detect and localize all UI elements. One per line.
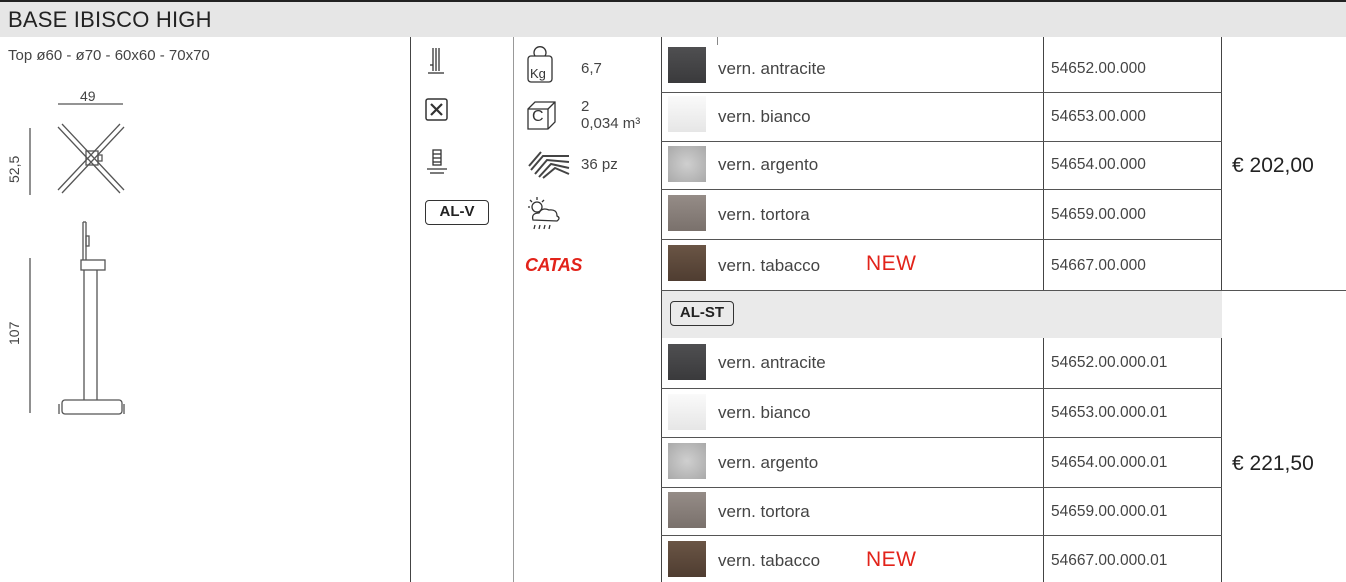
color-name: vern. antracite <box>718 59 826 78</box>
row-divider <box>661 437 1222 438</box>
color-name: vern. tortora <box>718 205 810 224</box>
color-name: vern. antracite <box>718 353 826 372</box>
color-name: vern. tortora <box>718 502 810 521</box>
row-divider <box>661 535 1222 536</box>
color-name: vern. argento <box>718 453 819 472</box>
column-divider <box>513 37 514 582</box>
color-swatch <box>668 146 706 182</box>
new-badge: NEW <box>866 252 917 275</box>
product-code: 54652.00.000.01 <box>1051 354 1168 371</box>
product-code: 54654.00.000 <box>1051 156 1146 173</box>
outdoor-weather-icon <box>528 197 560 230</box>
new-badge: NEW <box>866 548 917 571</box>
color-swatch <box>668 541 706 577</box>
product-code: 54667.00.000 <box>1051 257 1146 274</box>
row-divider <box>661 92 1222 93</box>
color-name: vern. bianco <box>718 107 811 126</box>
product-code: 54653.00.000.01 <box>1051 404 1168 421</box>
pallet-icon <box>528 151 570 179</box>
height-adjustable-icon <box>428 48 444 74</box>
color-swatch <box>668 394 706 430</box>
color-name: vern. tabacco <box>718 256 821 275</box>
packaging-letter: C <box>532 108 544 125</box>
assembly-tools-icon <box>425 98 448 121</box>
color-swatch <box>668 492 706 528</box>
al-st-group-row <box>662 290 1222 338</box>
height-full-dimension: 107 <box>6 321 22 345</box>
catas-certification-logo: CATAS <box>525 255 582 275</box>
row-divider <box>661 189 1222 190</box>
color-name: vern. tabacco <box>718 551 821 570</box>
row-divider <box>661 388 1222 389</box>
product-code: 54667.00.000.01 <box>1051 552 1168 569</box>
finish-badge-al-v: AL-V <box>425 200 489 225</box>
color-swatch <box>668 47 706 83</box>
weight-value: 6,7 <box>581 60 602 77</box>
color-swatch <box>668 344 706 380</box>
product-code: 54654.00.000.01 <box>1051 454 1168 471</box>
divider <box>717 37 718 45</box>
price-al-st: € 221,50 <box>1232 452 1314 475</box>
color-name: vern. bianco <box>718 403 811 422</box>
packaging-volume: 0,034 m³ <box>581 115 641 132</box>
product-drawing <box>29 103 125 415</box>
packaging-count: 2 <box>581 98 590 115</box>
color-swatch <box>668 245 706 281</box>
weight-unit: Kg <box>530 66 546 81</box>
row-divider <box>661 487 1222 488</box>
row-divider <box>661 239 1222 240</box>
row-divider <box>661 141 1222 142</box>
color-swatch <box>668 96 706 132</box>
row-divider <box>661 290 1346 291</box>
price-al-v: € 202,00 <box>1232 154 1314 177</box>
column-divider <box>410 37 411 582</box>
base-fixing-icon <box>427 149 447 174</box>
pallet-quantity: 36 pz <box>581 156 618 173</box>
height-top-dimension: 52,5 <box>6 155 22 183</box>
finish-badge-al-st: AL-ST <box>670 301 734 326</box>
product-code: 54659.00.000.01 <box>1051 503 1168 520</box>
product-code: 54653.00.000 <box>1051 108 1146 125</box>
color-swatch <box>668 195 706 231</box>
color-swatch <box>668 443 706 479</box>
product-code: 54659.00.000 <box>1051 206 1146 223</box>
color-name: vern. argento <box>718 155 819 174</box>
product-code: 54652.00.000 <box>1051 60 1146 77</box>
